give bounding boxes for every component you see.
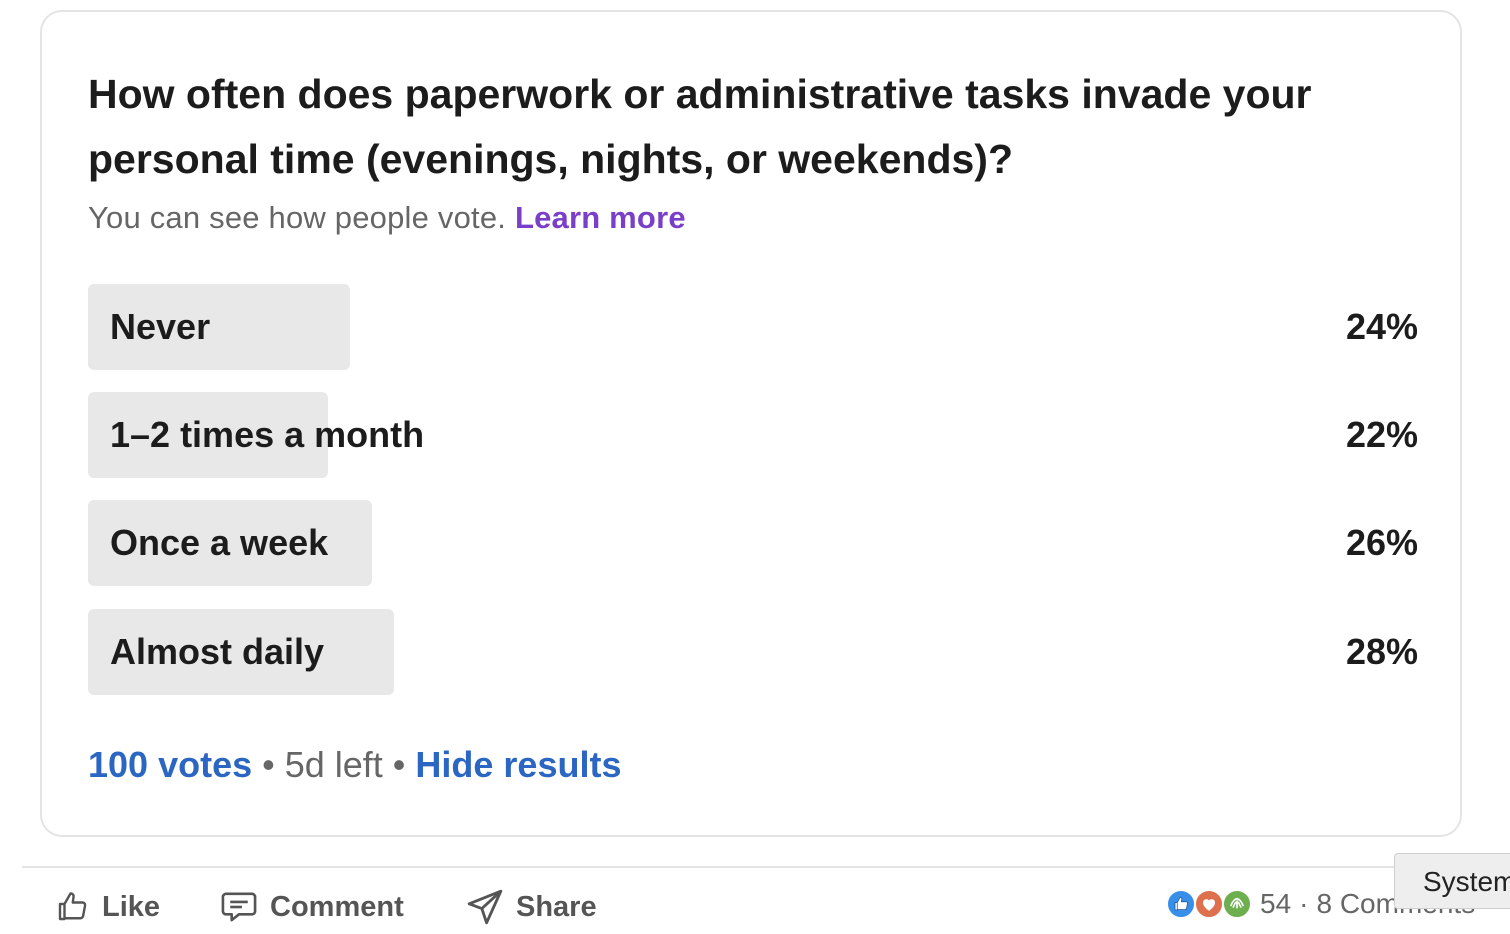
reaction-count: 54 xyxy=(1260,888,1292,919)
poll-option-1-2-times-a-month[interactable]: 1–2 times a month 22% xyxy=(88,392,1418,478)
poll-option-percent: 28% xyxy=(1345,631,1418,672)
poll-option-percent: 22% xyxy=(1345,414,1418,455)
support-icon xyxy=(1222,889,1252,919)
like-button[interactable]: Like xyxy=(54,882,160,932)
votes-count-link[interactable]: 100 votes xyxy=(88,744,252,785)
like-icon xyxy=(1166,889,1196,919)
poll-option-percent: 26% xyxy=(1345,522,1418,563)
reactions-stack xyxy=(1166,889,1252,919)
send-icon xyxy=(467,889,503,925)
poll-question: How often does paperwork or administrati… xyxy=(88,71,1312,182)
visibility-text: You can see how people vote. xyxy=(88,200,507,235)
separator-dot: • xyxy=(262,744,275,785)
comment-label: Comment xyxy=(270,890,404,923)
learn-more-link[interactable]: Learn more xyxy=(515,200,686,235)
hide-results-link[interactable]: Hide results xyxy=(415,744,621,785)
comment-icon xyxy=(221,892,257,922)
system-tooltip: System xyxy=(1394,853,1510,909)
poll-option-label: 1–2 times a month xyxy=(110,414,425,455)
poll-option-never[interactable]: Never 24% xyxy=(88,284,1418,370)
poll-option-almost-daily[interactable]: Almost daily 28% xyxy=(88,609,1418,695)
poll-footer: 100 votes • 5d left • Hide results xyxy=(88,744,621,786)
share-button[interactable]: Share xyxy=(466,882,597,932)
post-action-bar: Like Comment Share 54 · 8 C xyxy=(0,868,1510,934)
poll-option-label: Almost daily xyxy=(110,631,325,672)
thumbs-up-icon xyxy=(58,892,87,921)
poll-card: How often does paperwork or administrati… xyxy=(40,10,1462,837)
poll-option-once-a-week[interactable]: Once a week 26% xyxy=(88,500,1418,586)
comment-button[interactable]: Comment xyxy=(220,882,404,932)
like-label: Like xyxy=(102,890,161,923)
poll-option-percent: 24% xyxy=(1345,306,1418,347)
separator-dot: • xyxy=(392,744,406,785)
time-left: 5d left xyxy=(284,744,383,785)
poll-visibility-note: You can see how people vote. Learn more xyxy=(88,200,686,236)
share-label: Share xyxy=(516,890,597,923)
love-icon xyxy=(1194,889,1224,919)
separator-dot: · xyxy=(1299,888,1309,919)
poll-option-label: Once a week xyxy=(110,522,329,563)
poll-option-label: Never xyxy=(110,306,211,347)
